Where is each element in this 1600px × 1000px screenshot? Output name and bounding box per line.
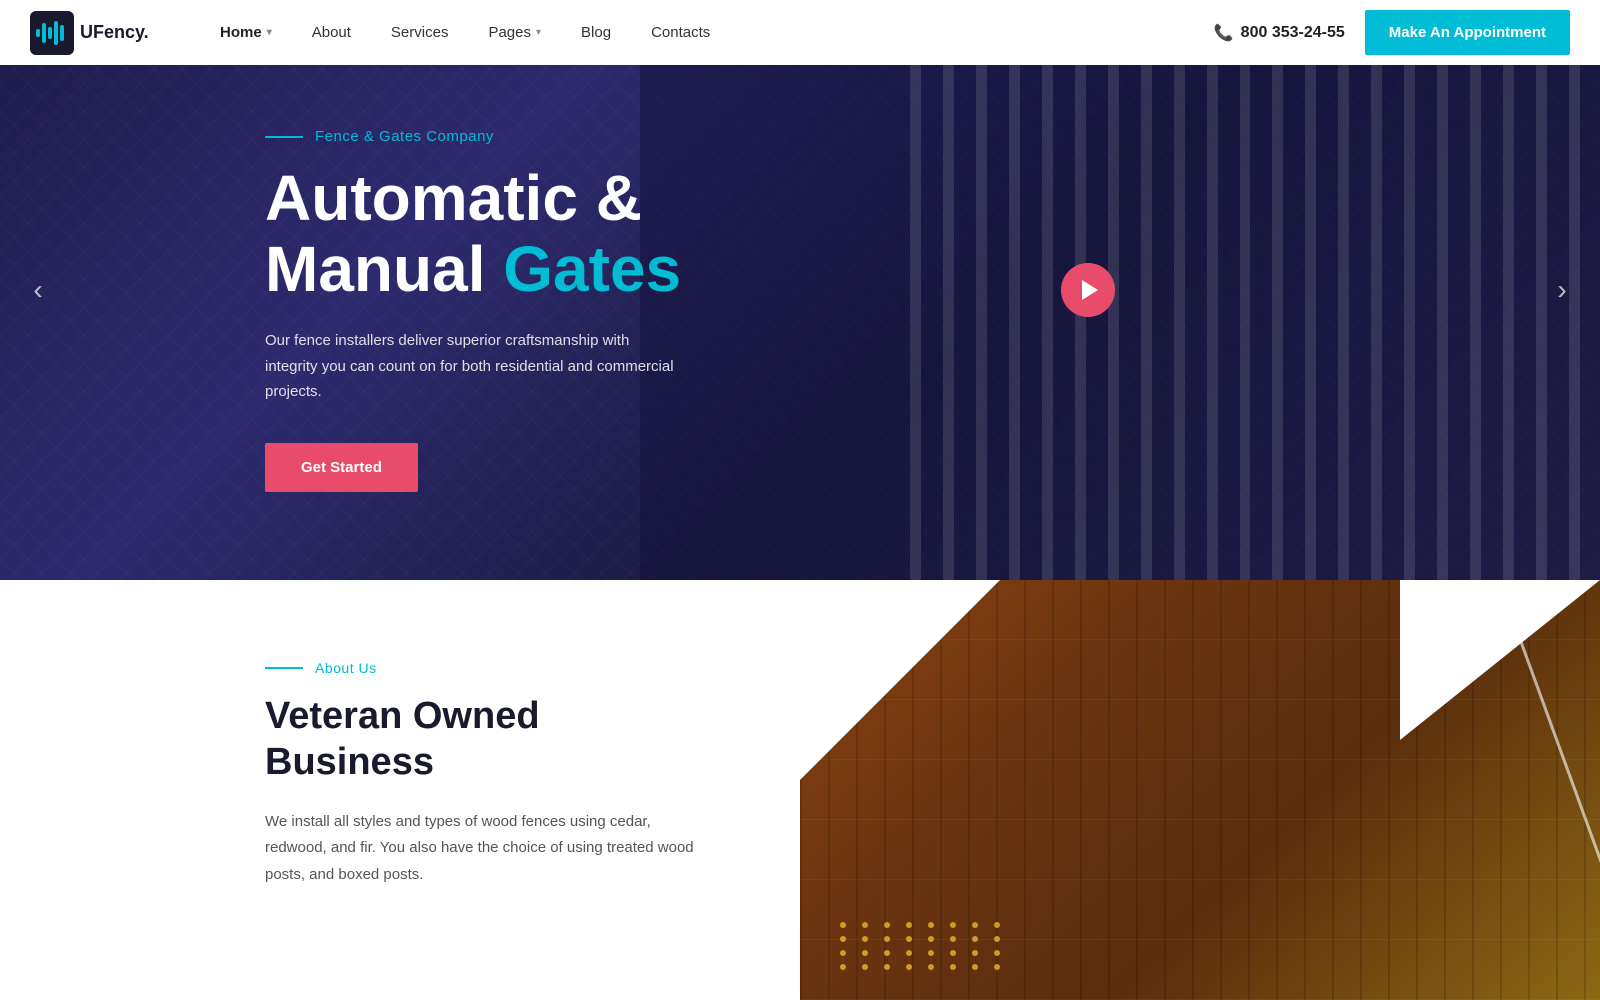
fence-bar	[1272, 0, 1283, 580]
dot	[950, 936, 956, 942]
dot	[862, 950, 868, 956]
fence-bar	[910, 0, 921, 580]
hero-subtitle: Fence & Gates Company	[315, 128, 494, 145]
about-subtitle-dash	[265, 667, 303, 669]
about-content: About Us Veteran Owned Business We insta…	[0, 580, 800, 1000]
logo[interactable]: UFency.	[30, 11, 160, 55]
play-button[interactable]	[1061, 263, 1115, 317]
fence-bar	[1437, 0, 1448, 580]
hero-subtitle-dash	[265, 136, 303, 138]
dot	[994, 950, 1000, 956]
nav-services[interactable]: Services	[371, 0, 469, 65]
get-started-button[interactable]: Get Started	[265, 443, 418, 492]
dot	[928, 922, 934, 928]
dot	[862, 964, 868, 970]
dot	[972, 964, 978, 970]
phone-area: 📞 800 353-24-55	[1214, 23, 1345, 43]
dot	[906, 950, 912, 956]
dot	[928, 936, 934, 942]
about-description: We install all styles and types of wood …	[265, 809, 695, 888]
about-subtitle-line: About Us	[265, 660, 720, 676]
fence-bar	[1470, 0, 1481, 580]
nav-about[interactable]: About	[292, 0, 371, 65]
fence-bar	[1503, 0, 1514, 580]
fence-bar	[1371, 0, 1382, 580]
about-title: Veteran Owned Business	[265, 694, 720, 785]
diagonal-cut-left	[800, 580, 1000, 780]
dot	[994, 936, 1000, 942]
hero-title: Automatic & Manual Gates	[265, 163, 685, 304]
dot	[928, 950, 934, 956]
dot	[950, 950, 956, 956]
diagonal-cut-right	[1400, 580, 1600, 740]
navbar: UFency. Home ▾ About Services Pages ▾ Bl…	[0, 0, 1600, 65]
carousel-prev-arrow[interactable]: ‹	[20, 272, 56, 308]
nav-home[interactable]: Home ▾	[200, 0, 292, 65]
hero-section: Fence & Gates Company Automatic & Manual…	[0, 0, 1600, 580]
dot	[994, 964, 1000, 970]
dot	[840, 936, 846, 942]
nav-right: 📞 800 353-24-55 Make An Appointment	[1214, 10, 1570, 55]
fence-bar	[976, 0, 987, 580]
about-fence-image	[800, 580, 1600, 1000]
nav-blog[interactable]: Blog	[561, 0, 631, 65]
dot	[994, 922, 1000, 928]
phone-icon: 📞	[1214, 23, 1234, 43]
fence-bar	[1338, 0, 1349, 580]
dot	[972, 936, 978, 942]
dot	[862, 936, 868, 942]
fence-bar	[1404, 0, 1415, 580]
hero-subtitle-line: Fence & Gates Company	[265, 128, 685, 145]
dot	[840, 922, 846, 928]
appointment-button[interactable]: Make An Appointment	[1365, 10, 1570, 55]
pages-arrow-icon: ▾	[536, 27, 541, 38]
dot	[906, 922, 912, 928]
dot	[950, 964, 956, 970]
dot	[884, 922, 890, 928]
hero-fence-overlay	[640, 0, 1600, 580]
fence-bar	[943, 0, 954, 580]
fence-bar	[1305, 0, 1316, 580]
dot	[950, 922, 956, 928]
dot	[928, 964, 934, 970]
carousel-next-arrow[interactable]: ›	[1544, 272, 1580, 308]
dot	[972, 950, 978, 956]
fence-bar	[1240, 0, 1251, 580]
phone-number: 800 353-24-55	[1241, 24, 1345, 42]
fence-bar	[1174, 0, 1185, 580]
logo-text: UFency.	[80, 22, 149, 43]
about-title-line1: Veteran Owned	[265, 695, 540, 737]
fence-bar	[1207, 0, 1218, 580]
dot	[884, 950, 890, 956]
fence-bar	[1042, 0, 1053, 580]
hero-title-highlight: Gates	[503, 233, 681, 305]
dot	[840, 950, 846, 956]
about-section: About Us Veteran Owned Business We insta…	[0, 580, 1600, 1000]
hero-title-line1: Automatic &	[265, 162, 642, 234]
dot	[884, 964, 890, 970]
hero-title-line2-normal: Manual	[265, 233, 503, 305]
hero-fence-bars	[890, 0, 1600, 580]
about-subtitle: About Us	[315, 660, 377, 676]
about-title-line2: Business	[265, 741, 434, 783]
dot	[972, 922, 978, 928]
dot	[884, 936, 890, 942]
nav-contacts[interactable]: Contacts	[631, 0, 730, 65]
hero-content: Fence & Gates Company Automatic & Manual…	[0, 128, 685, 491]
dot	[906, 936, 912, 942]
nav-pages[interactable]: Pages ▾	[468, 0, 561, 65]
dot	[840, 964, 846, 970]
hero-description: Our fence installers deliver superior cr…	[265, 328, 685, 405]
nav-links: Home ▾ About Services Pages ▾ Blog Conta…	[200, 0, 1214, 65]
home-arrow-icon: ▾	[267, 27, 272, 38]
fence-bar	[1141, 0, 1152, 580]
about-image-overlay	[800, 580, 1600, 1000]
dot	[862, 922, 868, 928]
fence-bar	[1009, 0, 1020, 580]
dot	[906, 964, 912, 970]
about-image-area	[800, 580, 1600, 1000]
logo-icon	[30, 11, 74, 55]
dots-overlay	[840, 922, 1008, 970]
